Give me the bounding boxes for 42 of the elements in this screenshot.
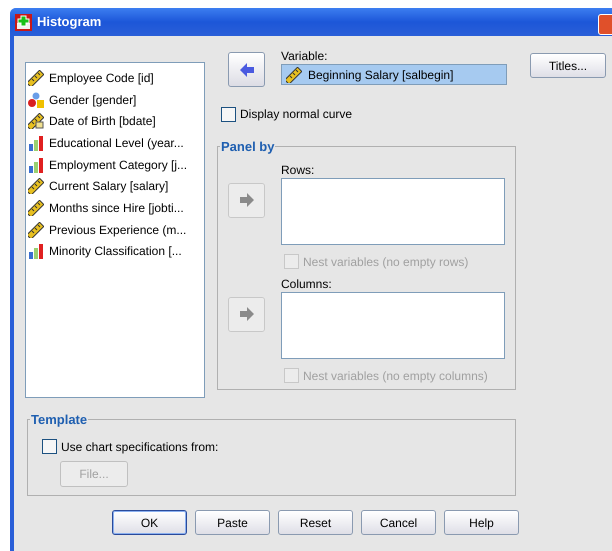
ruler-calendar-icon bbox=[28, 113, 44, 130]
variable-list-item[interactable]: Months since Hire [jobti... bbox=[28, 197, 204, 219]
titles-button[interactable]: Titles... bbox=[530, 53, 606, 78]
left-arrow-icon bbox=[238, 62, 254, 76]
use-chart-specifications-checkbox[interactable]: Use chart specifications from: bbox=[42, 438, 515, 456]
checkbox-box bbox=[284, 368, 299, 383]
variable-field[interactable]: Beginning Salary [salbegin] bbox=[281, 64, 507, 85]
variable-list-item[interactable]: Employment Category [j... bbox=[28, 154, 204, 176]
panel-by-title: Panel by bbox=[220, 138, 276, 156]
right-arrow-icon bbox=[238, 307, 254, 321]
window-title: Histogram bbox=[37, 13, 102, 32]
histogram-app-icon bbox=[15, 14, 32, 30]
variable-label: Variable: bbox=[281, 49, 328, 63]
circles-icon bbox=[28, 92, 44, 108]
bar-chart-icon bbox=[28, 134, 44, 151]
checkbox-box bbox=[284, 254, 299, 269]
bar-chart-icon bbox=[28, 156, 44, 173]
bar-chart-icon bbox=[28, 243, 44, 260]
dialog-button[interactable]: Cancel bbox=[361, 510, 436, 535]
right-arrow-icon bbox=[238, 193, 254, 207]
variable-list-item[interactable]: Gender [gender] bbox=[28, 88, 204, 110]
columns-drop-box[interactable] bbox=[281, 292, 505, 358]
variable-list-item[interactable]: Current Salary [salary] bbox=[28, 175, 204, 198]
columns-label: Columns: bbox=[281, 276, 333, 290]
ruler-icon bbox=[286, 66, 302, 82]
dialog-button[interactable]: Paste bbox=[195, 510, 270, 535]
rows-label: Rows: bbox=[281, 162, 316, 176]
move-arrow-button[interactable] bbox=[228, 52, 265, 87]
dialog-button[interactable]: Reset bbox=[278, 510, 353, 535]
ruler-icon bbox=[28, 178, 44, 194]
variable-list-item[interactable]: Minority Classification [... bbox=[28, 240, 204, 262]
display-normal-curve-checkbox[interactable]: Display normal curve bbox=[221, 105, 516, 123]
variable-list-item[interactable]: Employee Code [id] bbox=[28, 67, 204, 89]
checkbox-box bbox=[42, 439, 57, 454]
dialog-button[interactable]: OK bbox=[112, 510, 187, 535]
dialog-button[interactable]: Help bbox=[444, 510, 519, 535]
variable-list-item[interactable]: Date of Birth [bdate] bbox=[28, 110, 204, 132]
rows-drop-box[interactable] bbox=[281, 178, 505, 244]
variable-list-item[interactable]: Previous Experience (m... bbox=[28, 218, 204, 240]
variable-list-item[interactable]: Educational Level (year... bbox=[28, 132, 204, 154]
checkbox-box bbox=[221, 106, 236, 122]
template-title: Template bbox=[30, 411, 88, 429]
